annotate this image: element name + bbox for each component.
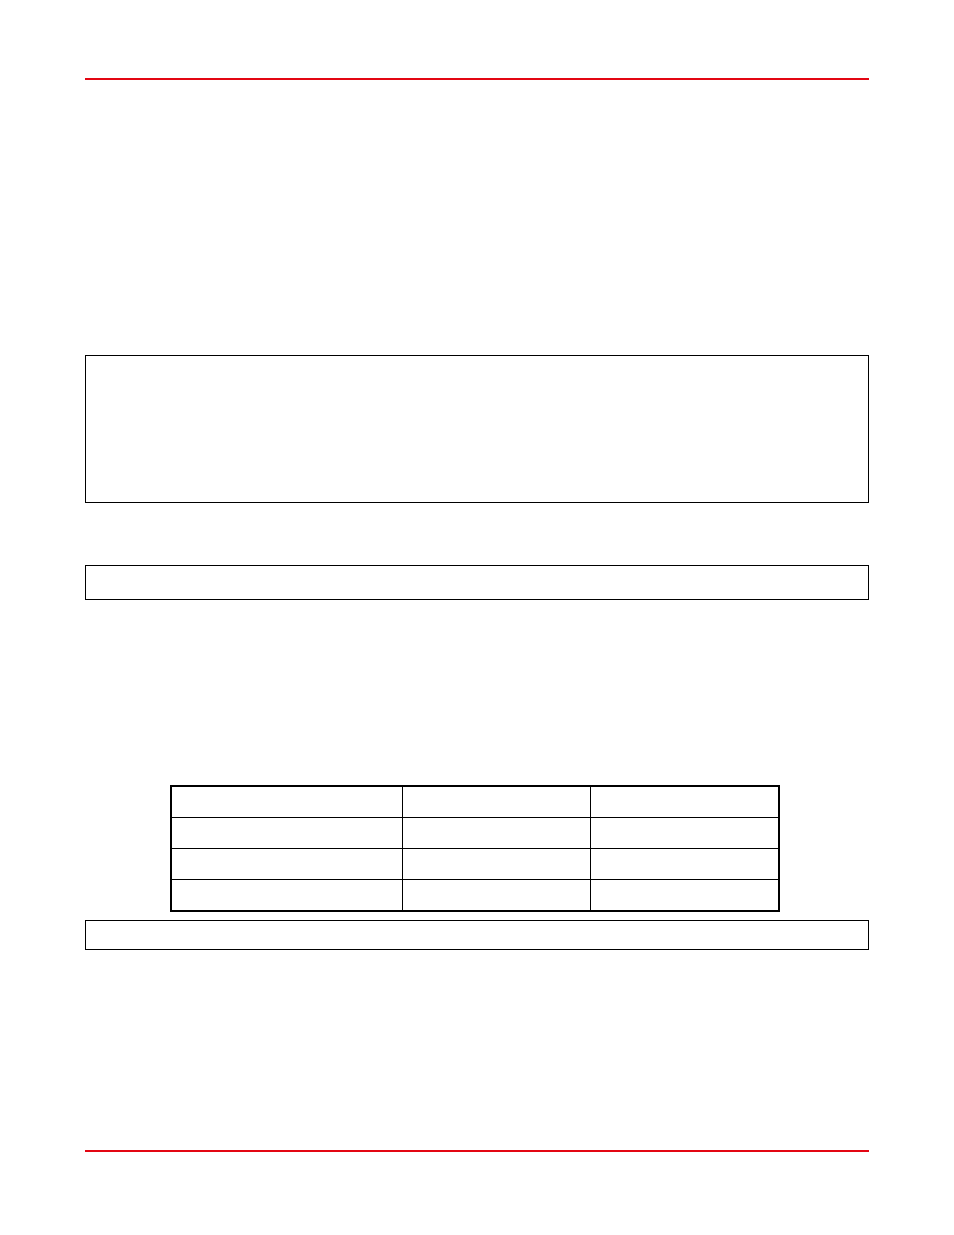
table-cell [591, 849, 780, 880]
table-cell [402, 818, 590, 849]
table-cell [171, 818, 402, 849]
table-cell [402, 880, 590, 912]
table-wrap [170, 785, 780, 912]
box-1 [85, 355, 869, 503]
table-cell [402, 849, 590, 880]
box-2 [85, 565, 869, 600]
table-row [171, 849, 779, 880]
table-header-cell [591, 786, 780, 818]
table-row [171, 880, 779, 912]
table-header-cell [171, 786, 402, 818]
table-header-cell [402, 786, 590, 818]
table-row [171, 818, 779, 849]
table-cell [591, 818, 780, 849]
page [0, 0, 954, 1235]
table-header-row [171, 786, 779, 818]
data-table [170, 785, 780, 912]
table-cell [171, 880, 402, 912]
table-cell [171, 849, 402, 880]
table-cell [591, 880, 780, 912]
top-rule [85, 78, 869, 80]
bottom-rule [85, 1150, 869, 1152]
box-3 [85, 920, 869, 950]
